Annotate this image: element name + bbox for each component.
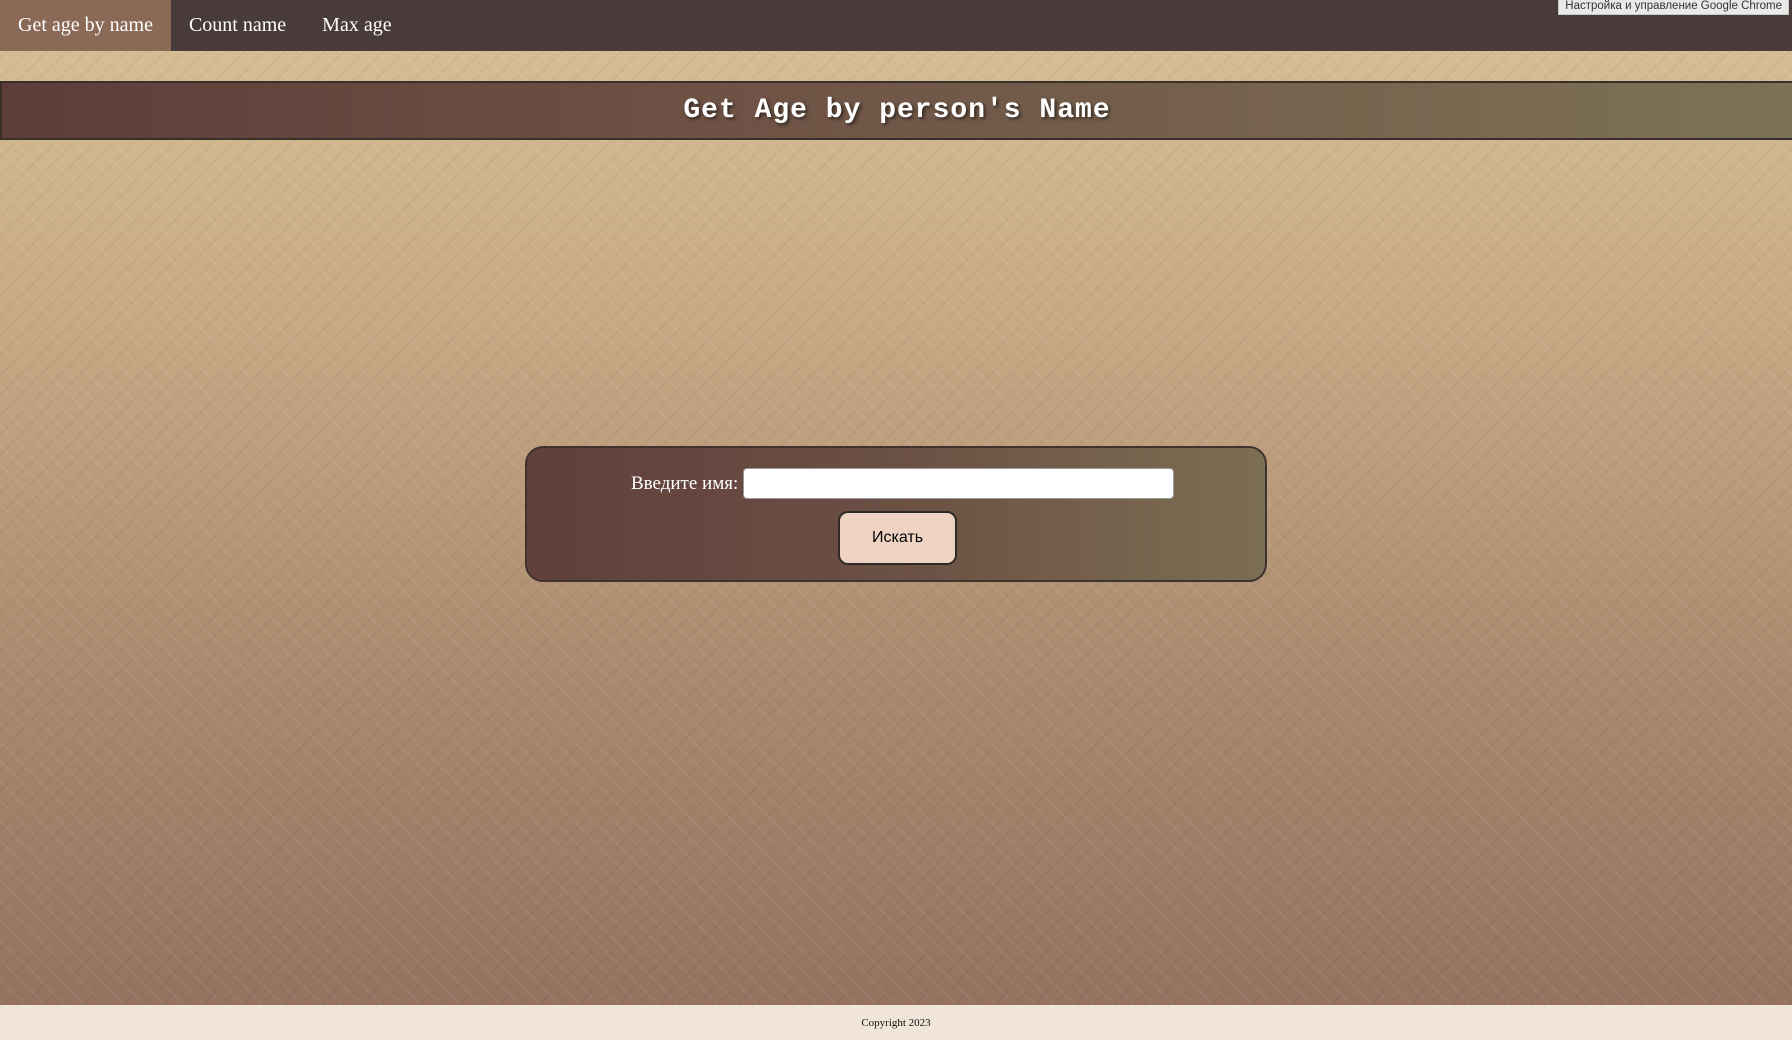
nav-link-max-age[interactable]: Max age: [304, 0, 409, 51]
nav-link-count-name[interactable]: Count name: [171, 0, 304, 51]
nav-link-get-age-by-name[interactable]: Get age by name: [0, 0, 171, 51]
name-search-form: Введите имя: Искать: [525, 446, 1267, 582]
copyright-text: Copyright 2023: [861, 1016, 931, 1029]
top-navigation: Get age by name Count name Max age: [0, 0, 1792, 51]
name-field-label: Введите имя:: [631, 472, 739, 494]
browser-managed-banner[interactable]: Настройка и управление Google Chrome: [1558, 0, 1789, 15]
name-field-row: Введите имя:: [631, 468, 1175, 499]
page-footer: Copyright 2023: [0, 1005, 1792, 1040]
name-input[interactable]: [743, 468, 1175, 499]
search-button[interactable]: Искать: [838, 511, 957, 565]
page-header-banner: Get Age by person's Name: [0, 81, 1792, 140]
page-title: Get Age by person's Name: [683, 95, 1111, 126]
